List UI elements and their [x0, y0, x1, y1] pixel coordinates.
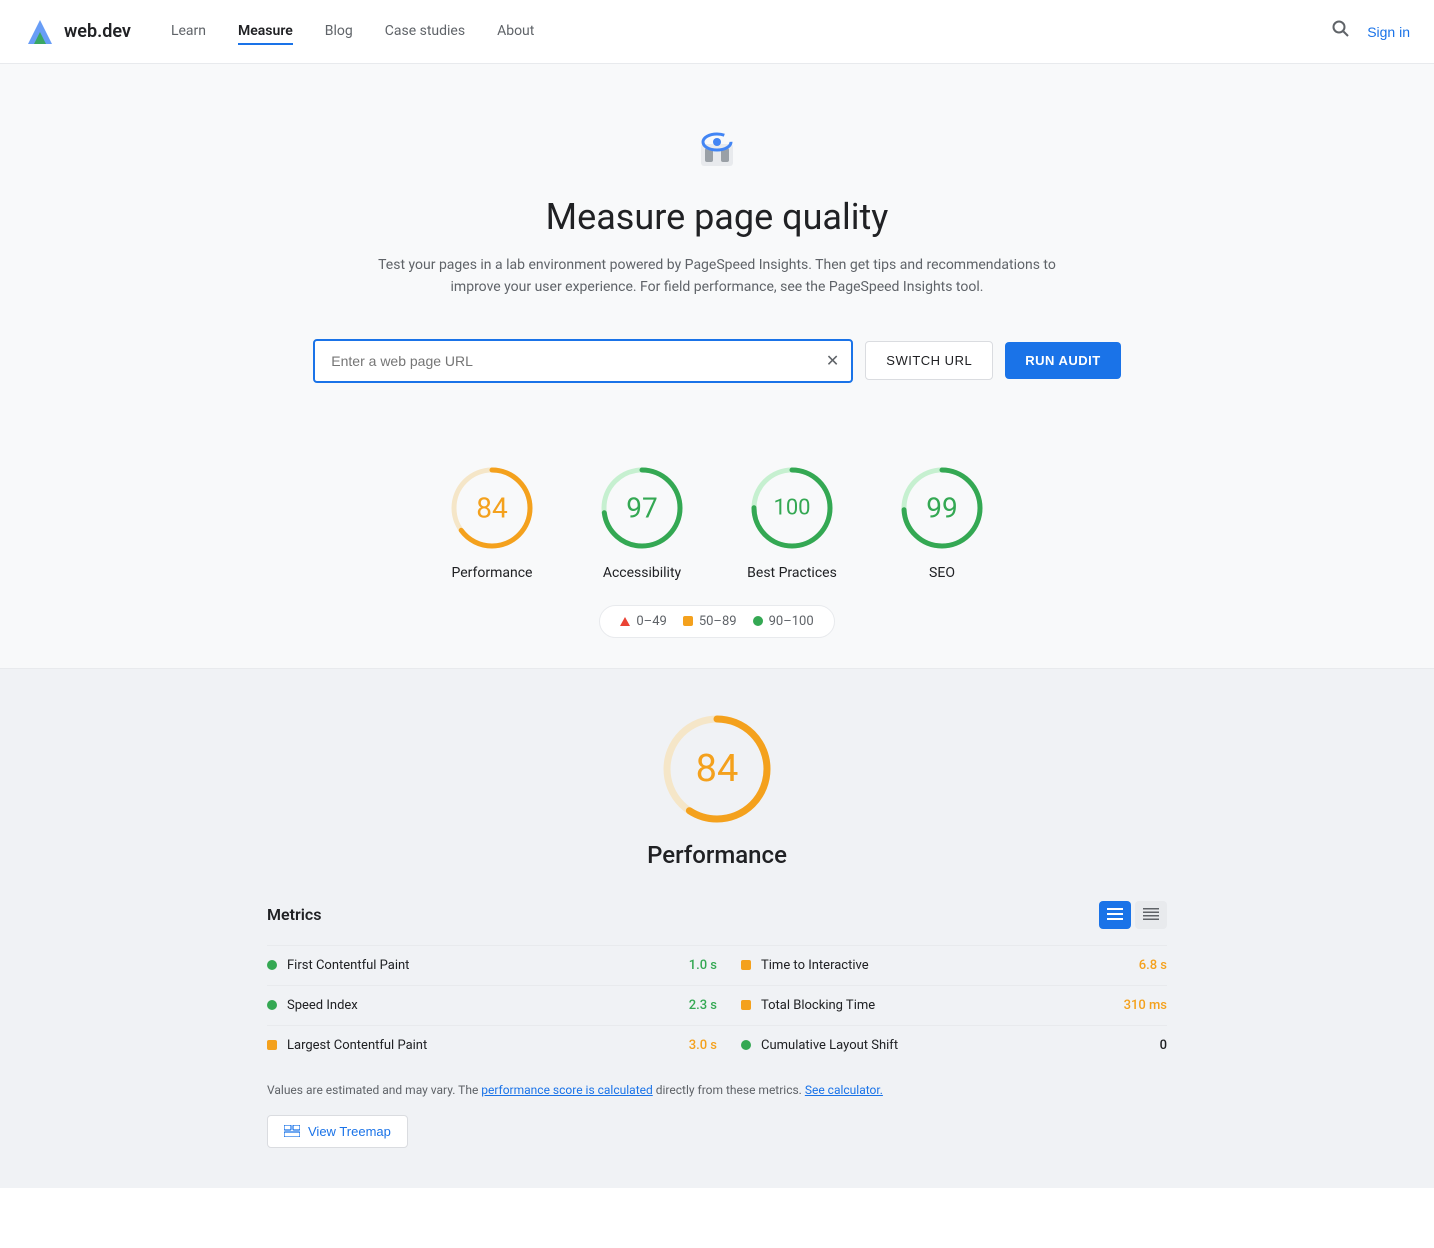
navbar: web.dev Learn Measure Blog Case studies …: [0, 0, 1434, 64]
view-expanded-button[interactable]: [1099, 901, 1131, 929]
view-treemap-label: View Treemap: [308, 1124, 391, 1139]
logo-text: web.dev: [64, 21, 131, 42]
metric-fcp-indicator: [267, 960, 277, 970]
metric-fcp-name: First Contentful Paint: [287, 958, 679, 973]
metric-tti-indicator: [741, 960, 751, 970]
metric-lcp-name: Largest Contentful Paint: [287, 1038, 679, 1053]
sign-in-button[interactable]: Sign in: [1367, 24, 1410, 40]
metric-cls-name: Cumulative Layout Shift: [761, 1038, 1150, 1053]
metrics-note-mid: directly from these metrics.: [656, 1083, 805, 1097]
legend-pass-icon: [753, 616, 763, 626]
legend-pass-label: 90–100: [769, 614, 814, 629]
clear-input-icon[interactable]: ✕: [826, 351, 839, 370]
url-input[interactable]: [315, 341, 851, 381]
metric-lcp-value: 3.0 s: [689, 1038, 717, 1053]
logo-icon: [24, 16, 56, 48]
score-circle-accessibility: 97: [597, 463, 687, 553]
compact-view-icon: [1143, 908, 1159, 920]
metric-si-value: 2.3 s: [689, 998, 717, 1013]
score-label-accessibility: Accessibility: [603, 565, 681, 581]
legend-fail-label: 0–49: [636, 614, 666, 629]
metrics-view-buttons: [1099, 901, 1167, 929]
perf-score-circle: 84: [657, 709, 777, 829]
view-treemap-button[interactable]: View Treemap: [267, 1115, 408, 1148]
score-accessibility: 97 Accessibility: [597, 463, 687, 581]
score-legend: 0–49 50–89 90–100: [599, 605, 834, 638]
lighthouse-icon: [20, 124, 1414, 180]
score-circle-best-practices: 100: [747, 463, 837, 553]
calculator-link[interactable]: See calculator.: [805, 1083, 883, 1097]
expanded-view-icon: [1107, 908, 1123, 920]
legend-pass: 90–100: [753, 614, 814, 629]
treemap-icon: [284, 1125, 300, 1137]
switch-url-button[interactable]: SWITCH URL: [865, 341, 993, 380]
metrics-header: Metrics: [267, 901, 1167, 929]
metric-cls: Cumulative Layout Shift 0: [717, 1025, 1167, 1065]
score-value-accessibility: 97: [626, 491, 657, 524]
search-icon: [1331, 19, 1351, 39]
perf-score-center: 84 Performance: [267, 709, 1167, 869]
legend-fail: 0–49: [620, 614, 666, 629]
nav-measure[interactable]: Measure: [238, 19, 293, 45]
metrics-note: Values are estimated and may vary. The p…: [267, 1081, 1167, 1099]
nav-learn[interactable]: Learn: [171, 19, 206, 45]
metric-tbt-value: 310 ms: [1124, 998, 1167, 1013]
score-label-best-practices: Best Practices: [747, 565, 837, 581]
url-input-area: ✕ SWITCH URL RUN AUDIT: [20, 339, 1414, 383]
hero-description: Test your pages in a lab environment pow…: [377, 254, 1057, 299]
metrics-container: Metrics: [267, 901, 1167, 1148]
metric-si-indicator: [267, 1000, 277, 1010]
search-button[interactable]: [1331, 19, 1351, 45]
scores-row: 84 Performance 97 Accessibility 10: [20, 463, 1414, 581]
hero-title: Measure page quality: [20, 196, 1414, 238]
hero-section: Measure page quality Test your pages in …: [0, 64, 1434, 423]
legend-average-icon: [683, 616, 693, 626]
legend-average: 50–89: [683, 614, 737, 629]
metric-fcp-value: 1.0 s: [689, 958, 717, 973]
score-label-performance: Performance: [452, 565, 533, 581]
score-circle-performance: 84: [447, 463, 537, 553]
performance-title: Performance: [647, 841, 787, 869]
metric-tti-value: 6.8 s: [1139, 958, 1167, 973]
score-value-best-practices: 100: [773, 495, 810, 520]
metric-fcp: First Contentful Paint 1.0 s: [267, 945, 717, 985]
performance-section: 84 Performance Metrics: [0, 669, 1434, 1188]
performance-inner: 84 Performance Metrics: [267, 709, 1167, 1148]
metric-si: Speed Index 2.3 s: [267, 985, 717, 1025]
metric-cls-indicator: [741, 1040, 751, 1050]
metrics-grid: First Contentful Paint 1.0 s Time to Int…: [267, 945, 1167, 1065]
legend-average-label: 50–89: [699, 614, 737, 629]
logo[interactable]: web.dev: [24, 16, 131, 48]
metric-tbt-name: Total Blocking Time: [761, 998, 1114, 1013]
scores-section: 84 Performance 97 Accessibility 10: [0, 423, 1434, 669]
view-compact-button[interactable]: [1135, 901, 1167, 929]
metric-cls-value: 0: [1160, 1038, 1167, 1053]
metric-si-name: Speed Index: [287, 998, 679, 1013]
score-circle-seo: 99: [897, 463, 987, 553]
score-best-practices: 100 Best Practices: [747, 463, 837, 581]
score-value-performance: 84: [476, 491, 507, 524]
nav-right: Sign in: [1331, 19, 1410, 45]
nav-blog[interactable]: Blog: [325, 19, 353, 45]
perf-score-link[interactable]: performance score is calculated: [481, 1083, 652, 1097]
score-value-seo: 99: [926, 491, 957, 524]
nav-links: Learn Measure Blog Case studies About: [171, 19, 1331, 45]
score-performance: 84 Performance: [447, 463, 537, 581]
run-audit-button[interactable]: RUN AUDIT: [1005, 342, 1121, 379]
metrics-note-prefix: Values are estimated and may vary. The: [267, 1083, 481, 1097]
perf-score-value: 84: [696, 747, 739, 791]
legend-fail-icon: [620, 617, 630, 626]
metric-tbt: Total Blocking Time 310 ms: [717, 985, 1167, 1025]
score-seo: 99 SEO: [897, 463, 987, 581]
nav-about[interactable]: About: [497, 19, 534, 45]
nav-case-studies[interactable]: Case studies: [385, 19, 465, 45]
metric-tti: Time to Interactive 6.8 s: [717, 945, 1167, 985]
metrics-title: Metrics: [267, 905, 321, 924]
score-label-seo: SEO: [929, 565, 955, 581]
metric-lcp: Largest Contentful Paint 3.0 s: [267, 1025, 717, 1065]
metric-tbt-indicator: [741, 1000, 751, 1010]
metric-lcp-indicator: [267, 1040, 277, 1050]
url-input-wrapper: ✕: [313, 339, 853, 383]
metric-tti-name: Time to Interactive: [761, 958, 1129, 973]
